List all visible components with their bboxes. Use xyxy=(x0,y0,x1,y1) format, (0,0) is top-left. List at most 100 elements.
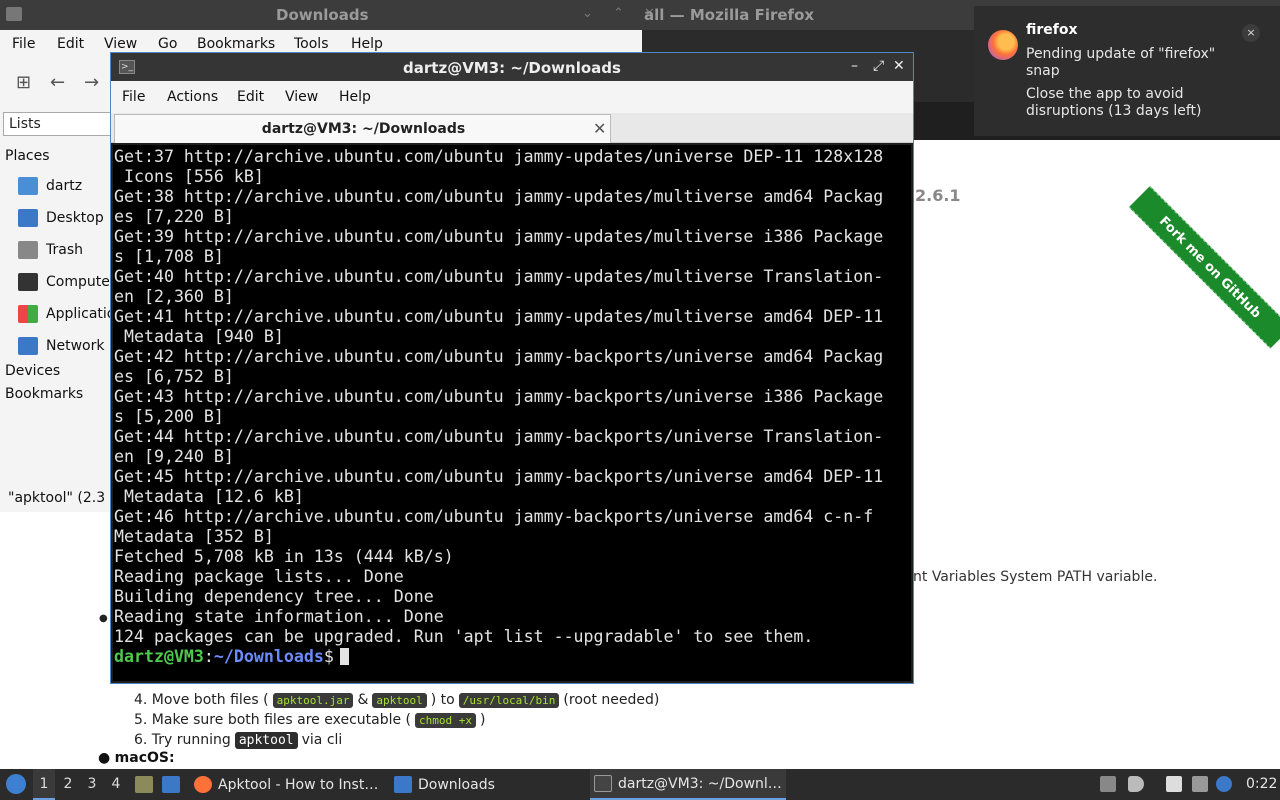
terminal-line: Get:45 http://archive.ubuntu.com/ubuntu … xyxy=(114,467,884,486)
notification-line-2: snap xyxy=(1026,63,1060,79)
fm-menu-help[interactable]: Help xyxy=(351,36,383,52)
taskbar: 1 2 3 4 Apktool - How to Inst… Downloads… xyxy=(0,769,1280,800)
fork-me-ribbon[interactable]: Fork me on GitHub xyxy=(1128,186,1280,349)
terminal-title: dartz@VM3: ~/Downloads xyxy=(403,59,621,77)
workspace-1[interactable]: 1 xyxy=(33,769,55,800)
terminal-icon xyxy=(594,775,612,792)
step-6-via: via cli xyxy=(301,732,343,748)
terminal-prompt[interactable]: dartz@VM3:~/Downloads$ xyxy=(114,647,911,667)
code-apktool-cli: apktool xyxy=(234,731,298,749)
task-downloads[interactable]: Downloads xyxy=(390,769,586,800)
terminal-line: Get:41 http://archive.ubuntu.com/ubuntu … xyxy=(114,307,884,326)
show-desktop-icon[interactable] xyxy=(162,776,180,793)
terminal-line: Metadata [12.6 kB] xyxy=(114,487,304,506)
task-downloads-label: Downloads xyxy=(418,776,495,793)
sidebar-item-network-label: Network xyxy=(46,338,105,354)
file-manager-launcher-icon[interactable] xyxy=(135,776,153,793)
fm-menu-bookmarks[interactable]: Bookmarks xyxy=(197,36,275,52)
sidebar-item-computer[interactable]: Computer xyxy=(18,270,116,294)
notification-popup[interactable]: firefox × Pending update of "firefox" sn… xyxy=(974,6,1280,136)
code-apktool-jar: apktool.jar xyxy=(272,692,354,708)
bookmarks-header: Bookmarks xyxy=(5,386,84,402)
terminal-cursor xyxy=(339,648,349,665)
workspace-2[interactable]: 2 xyxy=(57,769,79,800)
code-apktool: apktool xyxy=(372,692,427,708)
terminal-line: Get:42 http://archive.ubuntu.com/ubuntu … xyxy=(114,347,884,366)
term-menu-edit[interactable]: Edit xyxy=(237,89,264,105)
sidebar-item-home[interactable]: dartz xyxy=(18,174,82,198)
folder-icon xyxy=(6,7,22,21)
terminal-line: 124 packages can be upgraded. Run 'apt l… xyxy=(114,627,814,646)
sidebar-item-home-label: dartz xyxy=(46,178,83,194)
task-terminal[interactable]: dartz@VM3: ~/Downl… xyxy=(590,769,786,800)
terminal-titlebar[interactable]: >_ dartz@VM3: ~/Downloads – ⤢ ✕ xyxy=(111,53,913,81)
step-5-close: ) xyxy=(480,712,486,728)
terminal-line: es [6,752 B] xyxy=(114,367,234,386)
devices-header: Devices xyxy=(5,363,61,379)
workspace-3[interactable]: 3 xyxy=(81,769,103,800)
task-firefox-label: Apktool - How to Inst… xyxy=(218,776,379,793)
forward-arrow-icon[interactable]: → xyxy=(84,72,99,93)
terminal-tab-label: dartz@VM3: ~/Downloads xyxy=(261,121,466,137)
step-4-to: ) to xyxy=(430,692,455,708)
fm-menu-edit[interactable]: Edit xyxy=(57,36,84,52)
workspace-4[interactable]: 4 xyxy=(105,769,127,800)
close-icon[interactable]: ✕ xyxy=(893,58,905,74)
notification-line-1: Pending update of "firefox" xyxy=(1026,46,1216,62)
clock[interactable]: 0:22 xyxy=(1246,776,1277,792)
back-arrow-icon[interactable]: ← xyxy=(50,72,65,93)
home-folder-icon xyxy=(18,177,38,195)
terminal-line: Metadata [940 B] xyxy=(114,327,284,346)
terminal-line: Get:46 http://archive.ubuntu.com/ubuntu … xyxy=(114,507,874,526)
code-usr-local-bin: /usr/local/bin xyxy=(458,692,560,708)
term-menu-file[interactable]: File xyxy=(122,89,145,105)
maximize-icon[interactable]: ⤢ xyxy=(873,58,884,74)
bullet-icon: ● xyxy=(99,613,108,624)
sidebar-item-trash[interactable]: Trash xyxy=(18,238,83,262)
terminal-line: Reading state information... Done xyxy=(114,607,444,626)
network-icon xyxy=(18,337,38,355)
network-tray-icon[interactable] xyxy=(1192,776,1208,792)
terminal-line: Reading package lists... Done xyxy=(114,567,404,586)
start-menu-icon[interactable] xyxy=(6,774,26,794)
terminal-line: Get:37 http://archive.ubuntu.com/ubuntu … xyxy=(114,147,884,166)
notification-line-3: Close the app to avoid xyxy=(1026,86,1184,102)
notification-line-4: disruptions (13 days left) xyxy=(1026,103,1202,119)
step-6: 6. Try running apktool via cli xyxy=(134,730,659,750)
terminal-menubar: File Actions Edit View Help xyxy=(111,81,913,113)
step-4-amp: & xyxy=(357,692,369,708)
trash-icon xyxy=(18,241,38,259)
terminal-tab[interactable]: dartz@VM3: ~/Downloads ✕ xyxy=(114,114,611,143)
fm-menu-tools[interactable]: Tools xyxy=(294,36,329,52)
term-menu-actions[interactable]: Actions xyxy=(167,89,218,105)
clipboard-icon[interactable] xyxy=(1100,776,1116,792)
notes-icon[interactable] xyxy=(1166,776,1182,792)
macos-heading: ● macOS: xyxy=(98,750,175,766)
terminal-line: Get:39 http://archive.ubuntu.com/ubuntu … xyxy=(114,227,884,246)
terminal-window: >_ dartz@VM3: ~/Downloads – ⤢ ✕ File Act… xyxy=(110,52,914,684)
terminal-line: Get:38 http://archive.ubuntu.com/ubuntu … xyxy=(114,187,884,206)
terminal-output[interactable]: Get:37 http://archive.ubuntu.com/ubuntu … xyxy=(113,145,911,681)
task-firefox[interactable]: Apktool - How to Inst… xyxy=(190,769,386,800)
term-menu-help[interactable]: Help xyxy=(339,89,371,105)
volume-icon[interactable] xyxy=(1128,776,1144,792)
terminal-line: Fetched 5,708 kB in 13s (444 kB/s) xyxy=(114,547,454,566)
fm-side-pane-selector[interactable]: Lists xyxy=(3,112,113,136)
firefox-logo-icon xyxy=(988,30,1018,60)
tab-close-icon[interactable]: ✕ xyxy=(593,119,606,138)
notification-close-button[interactable]: × xyxy=(1242,24,1260,42)
term-menu-view[interactable]: View xyxy=(285,89,318,105)
update-notifier-icon[interactable] xyxy=(1216,776,1232,792)
apktool-version: 2.6.1 xyxy=(915,186,961,205)
firefox-title: all — Mozilla Firefox xyxy=(644,6,815,24)
fm-menu-view[interactable]: View xyxy=(104,36,137,52)
minimize-icon[interactable]: – xyxy=(851,58,858,74)
sidebar-item-network[interactable]: Network xyxy=(18,334,104,358)
sidebar-item-desktop-label: Desktop xyxy=(46,210,104,226)
fm-menu-file[interactable]: File xyxy=(12,36,35,52)
places-header: Places xyxy=(5,148,50,164)
sidebar-item-desktop[interactable]: Desktop xyxy=(18,206,104,230)
fm-menu-go[interactable]: Go xyxy=(158,36,177,52)
new-tab-icon[interactable]: ⊞ xyxy=(16,72,31,93)
install-steps-list: 4. Move both files ( apktool.jar & apkto… xyxy=(134,690,659,750)
